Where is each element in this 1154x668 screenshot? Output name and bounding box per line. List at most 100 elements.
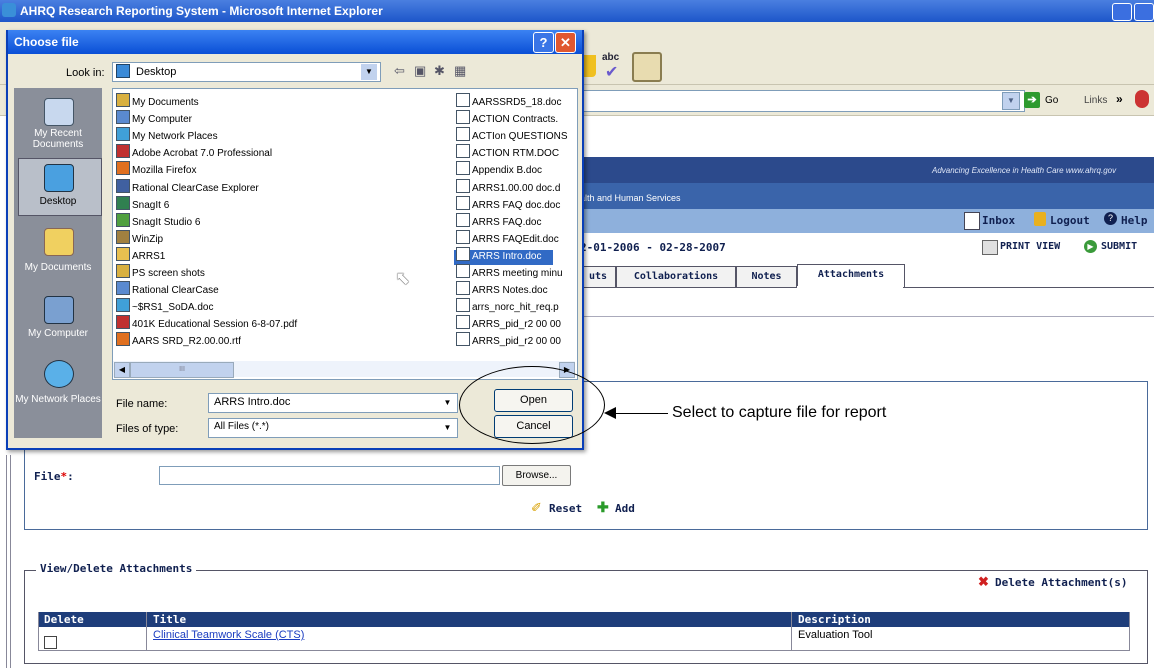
file-col1-item[interactable]: PS screen shots xyxy=(116,264,205,280)
submit-arrow-icon[interactable]: ▶ xyxy=(1084,240,1097,253)
file-col1-item[interactable]: 401K Educational Session 6-8-07.pdf xyxy=(116,315,297,331)
go-button[interactable]: Go xyxy=(1045,95,1058,106)
hhs-text: alth and Human Services xyxy=(580,193,681,203)
file-type-icon xyxy=(456,281,470,296)
delete-checkbox[interactable] xyxy=(44,636,57,649)
file-col2-item[interactable]: AARSSRD5_18.doc xyxy=(456,93,562,109)
dropdown-arrow-icon[interactable]: ▼ xyxy=(361,64,377,80)
links-label[interactable]: Links xyxy=(1084,95,1107,106)
file-col2-item[interactable]: ARRS Intro.doc xyxy=(456,246,541,263)
print-view-link[interactable]: PRINT VIEW xyxy=(1000,241,1060,252)
file-name: ARRS1.00.00 doc.d xyxy=(472,182,561,194)
address-dropdown-icon[interactable]: ▼ xyxy=(1002,92,1020,110)
file-type-icon xyxy=(456,161,470,176)
file-col1-item[interactable]: ~$RS1_SoDA.doc xyxy=(116,298,213,314)
file-col2-item[interactable]: arrs_norc_hit_req.p xyxy=(456,298,559,314)
reporting-period: 2-01-2006 - 02-28-2007 xyxy=(580,241,726,254)
file-path-input[interactable] xyxy=(159,466,500,485)
file-col1-item[interactable]: SnagIt Studio 6 xyxy=(116,212,200,229)
maximize-button[interactable] xyxy=(1134,3,1154,21)
file-col2-item[interactable]: ACTION RTM.DOC xyxy=(456,144,559,160)
reset-button[interactable]: Reset xyxy=(549,502,582,515)
file-type-icon xyxy=(456,246,470,261)
file-type-icon xyxy=(456,127,470,142)
attachment-title-link[interactable]: Clinical Teamwork Scale (CTS) xyxy=(153,629,304,641)
file-col1-item[interactable]: Adobe Acrobat 7.0 Professional xyxy=(116,144,272,160)
toolbar-extension-icon[interactable] xyxy=(1135,90,1149,108)
file-col2-item[interactable]: ARRS FAQEdit.doc xyxy=(456,229,559,246)
files-of-type-value[interactable]: All Files (*.*) xyxy=(214,421,269,432)
scroll-thumb[interactable]: III xyxy=(130,362,234,378)
place-desktop[interactable]: Desktop xyxy=(14,196,102,207)
file-col1-item[interactable]: ARRS1 xyxy=(116,246,165,263)
file-col1-item[interactable]: Mozilla Firefox xyxy=(116,161,196,177)
lock-icon[interactable] xyxy=(1034,212,1046,226)
file-type-icon xyxy=(116,281,130,296)
tab-notes[interactable]: Notes xyxy=(736,266,797,288)
dialog-close-button[interactable]: ✕ xyxy=(555,32,576,53)
file-type-icon xyxy=(456,229,470,244)
file-col1-item[interactable]: My Documents xyxy=(116,93,199,109)
place-network-places[interactable]: My Network Places xyxy=(14,394,102,405)
delete-attachments-button[interactable]: Delete Attachment(s) xyxy=(995,576,1127,589)
place-my-documents[interactable]: My Documents xyxy=(14,262,102,273)
help-icon[interactable]: ? xyxy=(1104,212,1117,225)
file-col2-item[interactable]: ACTION Contracts. xyxy=(456,110,558,126)
tab-outputs[interactable]: uts xyxy=(580,266,616,288)
add-button[interactable]: Add xyxy=(615,502,635,515)
file-col1-item[interactable]: WinZip xyxy=(116,229,163,246)
minimize-button[interactable] xyxy=(1112,3,1132,21)
file-name: ~$RS1_SoDA.doc xyxy=(132,302,214,314)
nav-logout[interactable]: Logout xyxy=(1050,214,1090,227)
file-col2-item[interactable]: ARRS meeting minu xyxy=(456,264,563,280)
file-col1-item[interactable]: AARS SRD_R2.00.00.rtf xyxy=(116,332,241,348)
desktop-icon xyxy=(44,164,74,192)
browse-button[interactable]: Browse... xyxy=(502,465,571,486)
file-label: File*: xyxy=(34,470,74,483)
plus-icon[interactable]: ✚ xyxy=(597,499,609,516)
file-name-value[interactable]: ARRS Intro.doc xyxy=(214,396,290,408)
file-col1-item[interactable]: My Computer xyxy=(116,110,192,126)
inbox-icon[interactable] xyxy=(964,212,980,230)
file-name-dropdown-icon[interactable]: ▼ xyxy=(440,395,455,410)
file-col1-item[interactable]: SnagIt 6 xyxy=(116,195,169,212)
delete-x-icon[interactable]: ✖ xyxy=(978,574,989,590)
file-type-icon xyxy=(116,93,130,107)
file-col1-item[interactable]: Rational ClearCase Explorer xyxy=(116,178,259,195)
file-col2-item[interactable]: ARRS1.00.00 doc.d xyxy=(456,178,561,195)
tab-attachments[interactable]: Attachments xyxy=(797,264,905,288)
files-of-type-dropdown-icon[interactable]: ▼ xyxy=(440,420,455,435)
file-col2-item[interactable]: ACTIon QUESTIONS xyxy=(456,127,568,143)
go-arrow-icon[interactable]: ➔ xyxy=(1024,92,1040,108)
printer-icon[interactable] xyxy=(982,240,998,255)
tab-collaborations[interactable]: Collaborations xyxy=(616,266,736,288)
research-icon[interactable] xyxy=(632,52,662,82)
file-col1-item[interactable]: Rational ClearCase xyxy=(116,281,219,297)
file-col2-item[interactable]: Appendix B.doc xyxy=(456,161,542,177)
links-chevron-icon[interactable]: » xyxy=(1116,92,1123,106)
up-folder-icon[interactable]: ▣ xyxy=(414,63,426,79)
eraser-icon[interactable]: ✐ xyxy=(531,500,542,516)
file-name: Rational ClearCase xyxy=(132,285,219,297)
file-name: My Computer xyxy=(132,114,193,126)
file-type-icon xyxy=(116,212,130,227)
dialog-help-button[interactable]: ? xyxy=(533,32,554,53)
new-folder-icon[interactable]: ✱ xyxy=(434,63,445,79)
back-arrow-icon[interactable]: ⇦ xyxy=(394,63,405,79)
view-menu-icon[interactable]: ▦ xyxy=(454,63,466,79)
file-col2-item[interactable]: ARRS FAQ doc.doc xyxy=(456,195,560,212)
nav-help[interactable]: Help xyxy=(1121,214,1148,227)
file-col2-item[interactable]: ARRS Notes.doc xyxy=(456,281,548,297)
place-recent-documents[interactable]: My Recent Documents xyxy=(14,128,102,150)
file-col2-item[interactable]: ARRS_pid_r2 00 00 xyxy=(456,332,561,348)
scroll-left-icon[interactable]: ◀ xyxy=(114,362,130,378)
place-my-computer[interactable]: My Computer xyxy=(14,328,102,339)
nav-inbox[interactable]: Inbox xyxy=(982,214,1015,227)
file-col2-item[interactable]: ARRS_pid_r2 00 00 xyxy=(456,315,561,331)
file-type-icon xyxy=(116,332,130,347)
file-col2-item[interactable]: ARRS FAQ.doc xyxy=(456,212,541,229)
submit-link[interactable]: SUBMIT xyxy=(1101,241,1137,252)
browser-title-bar: AHRQ Research Reporting System - Microso… xyxy=(0,0,1154,22)
file-col1-item[interactable]: My Network Places xyxy=(116,127,218,143)
address-input[interactable] xyxy=(583,90,1025,112)
